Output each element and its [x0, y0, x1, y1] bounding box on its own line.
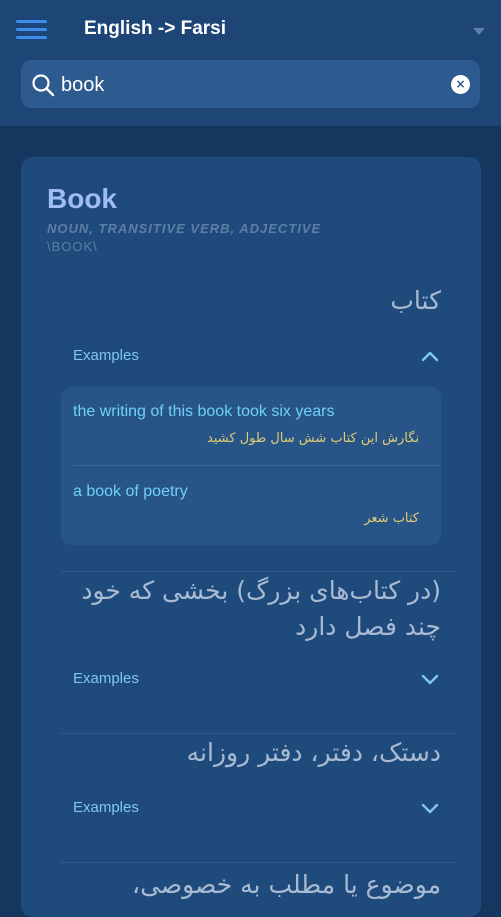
- chevron-down-icon[interactable]: [419, 797, 441, 819]
- search-input[interactable]: [59, 70, 433, 100]
- pronunciation: \BOOK\: [47, 239, 98, 254]
- sense-meaning: موضوع یا مطلب به خصوصی،: [132, 870, 441, 899]
- sense-divider: [61, 571, 456, 572]
- search-bar[interactable]: ×: [21, 60, 480, 108]
- example-divider: [73, 465, 441, 466]
- chevron-down-icon[interactable]: [419, 668, 441, 690]
- sense-meaning: دستک، دفتر، دفتر روزانه: [186, 738, 441, 767]
- examples-toggle[interactable]: Examples: [61, 666, 441, 694]
- caret-down-icon[interactable]: [473, 28, 485, 35]
- language-pair-title[interactable]: English -> Farsi: [84, 18, 226, 40]
- clear-icon[interactable]: ×: [451, 75, 470, 94]
- top-bar: English -> Farsi ×: [0, 0, 501, 126]
- example-farsi: کتاب شعر: [364, 511, 419, 526]
- headword: Book: [47, 183, 117, 214]
- examples-list: the writing of this book took six years …: [61, 387, 441, 545]
- chevron-up-icon[interactable]: [419, 345, 441, 367]
- example-english: a book of poetry: [73, 483, 188, 500]
- sense-meaning: (در کتاب‌های بزرگ) بخشی که خود: [81, 576, 441, 605]
- example-farsi: نگارش این کتاب شش سال طول کشید: [207, 431, 419, 446]
- parts-of-speech: NOUN, TRANSITIVE VERB, ADJECTIVE: [47, 221, 322, 236]
- examples-label: Examples: [73, 670, 139, 687]
- sense-divider: [61, 862, 456, 863]
- examples-toggle[interactable]: Examples: [61, 343, 441, 371]
- examples-label: Examples: [73, 799, 139, 816]
- example-english: the writing of this book took six years: [73, 403, 335, 420]
- definition-card: Book NOUN, TRANSITIVE VERB, ADJECTIVE \B…: [21, 157, 481, 917]
- search-icon: [32, 74, 55, 97]
- examples-label: Examples: [73, 347, 139, 364]
- examples-toggle[interactable]: Examples: [61, 795, 441, 823]
- sense-meaning: چند فصل دارد: [295, 612, 441, 641]
- sense-meaning: کتاب: [390, 286, 441, 315]
- sense-divider: [61, 733, 456, 734]
- hamburger-menu-icon[interactable]: [16, 20, 48, 42]
